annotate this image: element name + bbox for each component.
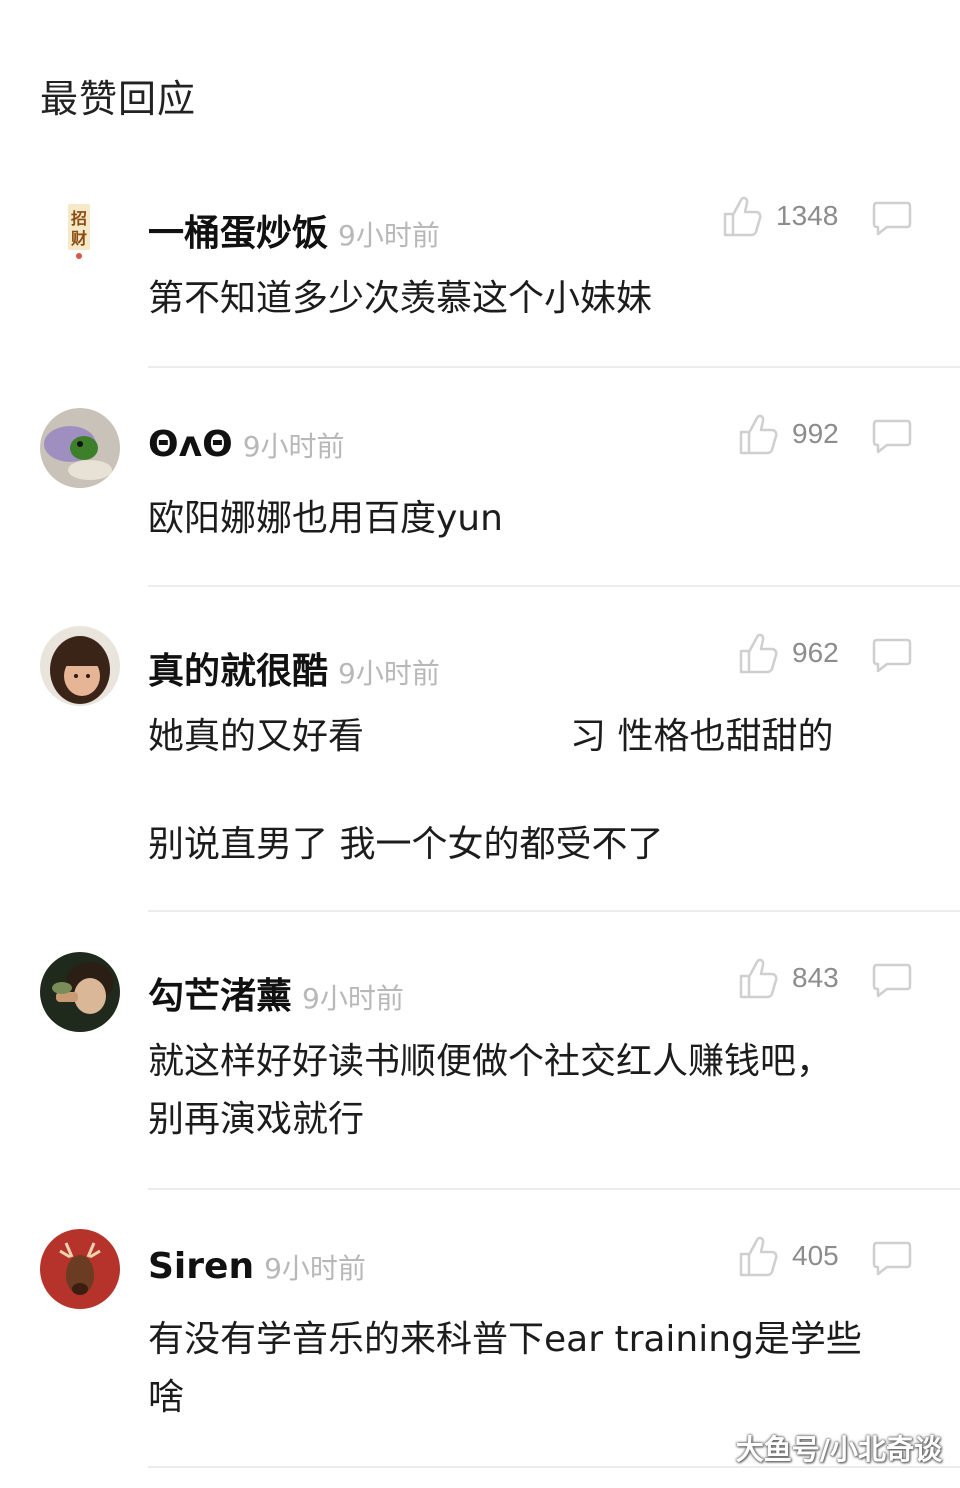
- frog-toy-icon: [40, 408, 120, 488]
- reply-icon[interactable]: [872, 200, 912, 236]
- zhaocai-charm-icon: 招 财: [40, 190, 120, 270]
- timestamp: 9小时前: [338, 219, 440, 252]
- avatar[interactable]: [40, 408, 120, 488]
- avatar[interactable]: [40, 1229, 120, 1309]
- thumbs-up-icon: [722, 194, 762, 238]
- like-count: 405: [792, 1240, 839, 1271]
- username[interactable]: 一桶蛋炒饭 9小时前: [148, 204, 440, 256]
- timestamp: 9小时前: [264, 1252, 366, 1285]
- svg-text:招: 招: [71, 209, 87, 228]
- girl-portrait-icon: [40, 626, 120, 706]
- timestamp: 9小时前: [338, 657, 440, 690]
- like-button[interactable]: 1348: [722, 194, 838, 238]
- reply-icon[interactable]: [872, 1240, 912, 1276]
- comment-text: 有没有学音乐的来科普下ear training是学些 啥: [148, 1319, 862, 1418]
- like-count: 843: [792, 962, 839, 993]
- text-segment: 习 性格也甜甜的: [570, 716, 834, 757]
- like-button[interactable]: 962: [738, 631, 839, 675]
- comment-text: 欧阳娜娜也用百度yun: [148, 498, 503, 539]
- thumbs-up-icon: [738, 956, 778, 1000]
- reply-icon[interactable]: [872, 962, 912, 998]
- section-title: 最赞回应: [40, 77, 197, 121]
- username[interactable]: 勾芒渚薰 9小时前: [148, 967, 404, 1019]
- like-count: 992: [792, 418, 839, 449]
- comment-text: 她真的又好看习 性格也甜甜的 别说直男了 我一个女的都受不了: [148, 716, 834, 865]
- svg-text:财: 财: [70, 229, 87, 248]
- like-count: 962: [792, 637, 839, 668]
- username[interactable]: 真的就很酷 9小时前: [148, 642, 440, 694]
- username[interactable]: ΘʌΘ 9小时前: [148, 424, 345, 465]
- like-button[interactable]: 405: [738, 1234, 839, 1278]
- divider: [148, 585, 960, 587]
- divider: [148, 910, 960, 912]
- thumbs-up-icon: [738, 1234, 778, 1278]
- comment-text: 第不知道多少次羡慕这个小妹妹: [148, 278, 653, 319]
- timestamp: 9小时前: [242, 430, 345, 463]
- avatar[interactable]: [40, 626, 120, 706]
- avatar[interactable]: 招 财: [40, 190, 120, 270]
- divider: [148, 1188, 960, 1190]
- reply-icon[interactable]: [872, 418, 912, 454]
- boy-portrait-icon: [40, 952, 120, 1032]
- deer-head-icon: [40, 1229, 120, 1309]
- like-button[interactable]: 992: [738, 412, 839, 456]
- watermark: 大鱼号/小北奇谈: [735, 1433, 942, 1466]
- timestamp: 9小时前: [302, 982, 404, 1015]
- username[interactable]: Siren 9小时前: [148, 1246, 366, 1287]
- avatar[interactable]: [40, 952, 120, 1032]
- reply-icon[interactable]: [872, 637, 912, 673]
- comment-text: 就这样好好读书顺便做个社交红人赚钱吧， 别再演戏就行: [148, 1041, 833, 1140]
- like-count: 1348: [776, 200, 839, 231]
- thumbs-up-icon: [738, 412, 778, 456]
- text-segment: 她真的又好看: [148, 716, 365, 757]
- like-button[interactable]: 843: [738, 956, 839, 1000]
- thumbs-up-icon: [738, 631, 778, 675]
- divider: [148, 366, 960, 368]
